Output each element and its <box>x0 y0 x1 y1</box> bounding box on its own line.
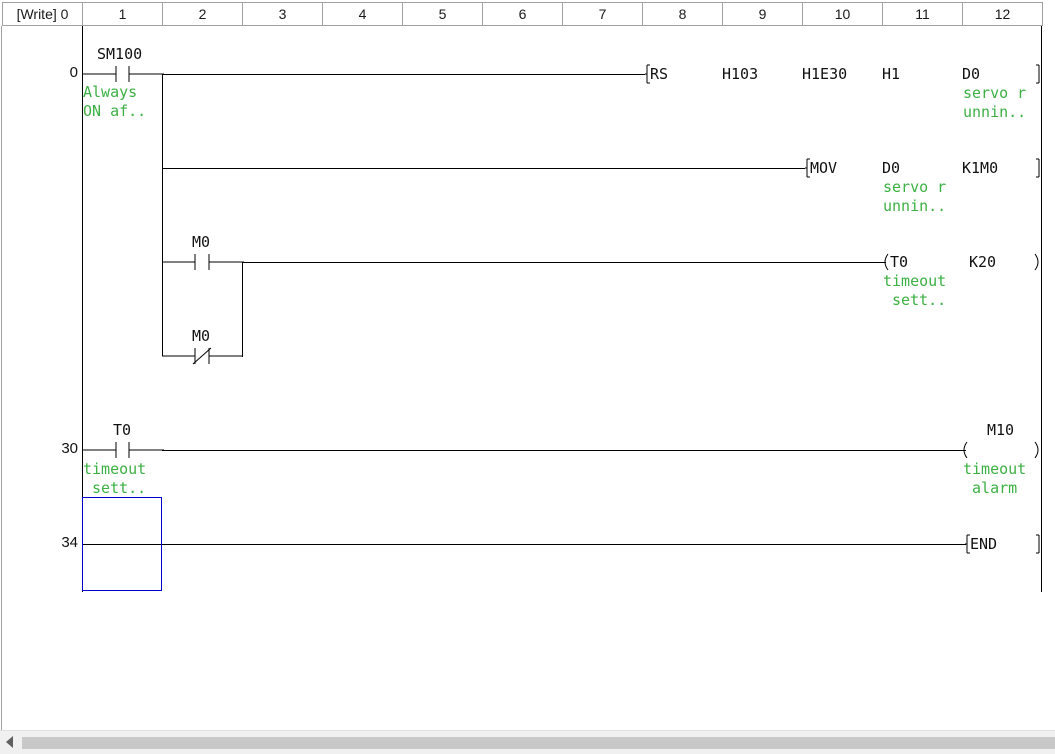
column-header-2: 2 <box>163 2 243 26</box>
step-number-0: 0 <box>69 64 78 81</box>
instruction-operand[interactable]: H1 <box>882 65 900 83</box>
column-header-3: 3 <box>243 2 323 26</box>
contact-nc-icon[interactable] <box>162 346 244 366</box>
instruction-operand[interactable]: K1M0 <box>962 159 998 177</box>
scrollbar-thumb[interactable] <box>22 737 1055 749</box>
column-header-5: 5 <box>403 2 483 26</box>
instruction-operand[interactable]: K20 <box>969 253 996 271</box>
column-header-6: 6 <box>483 2 563 26</box>
device-comment: servo r unnin.. <box>883 178 947 215</box>
device-comment: timeout alarm <box>963 460 1027 497</box>
instruction-mnemonic[interactable]: END <box>970 535 997 553</box>
horizontal-scrollbar[interactable] <box>0 730 1055 754</box>
instruction-close-bracket <box>1036 534 1040 554</box>
contact-label: M0 <box>192 327 211 345</box>
device-comment: timeout sett.. <box>83 460 147 497</box>
contact-no-icon[interactable] <box>82 440 164 460</box>
step-number-34: 34 <box>61 534 78 551</box>
contact-no-icon[interactable] <box>82 64 164 84</box>
column-header-7: 7 <box>563 2 643 26</box>
rung-wire <box>162 168 805 169</box>
edit-cursor[interactable] <box>82 497 162 591</box>
instruction-operand[interactable]: D0 <box>882 159 900 177</box>
instruction-close-bracket <box>1036 158 1040 178</box>
scroll-left-icon[interactable] <box>6 736 13 748</box>
column-header-8: 8 <box>643 2 723 26</box>
device-comment: timeout sett.. <box>883 272 947 309</box>
column-header-11: 11 <box>883 2 963 26</box>
instruction-operand[interactable]: H1E30 <box>802 65 847 83</box>
column-header-9: 9 <box>723 2 803 26</box>
device-comment: Always ON af.. <box>83 83 147 120</box>
branch-line <box>242 262 243 357</box>
instruction-mnemonic[interactable]: T0 <box>890 253 908 271</box>
ladder-editor: [Write] 0 1 2 3 4 5 6 7 8 9 10 11 12 0 3… <box>0 0 1055 754</box>
coil-open-paren <box>884 253 889 271</box>
coil-close-paren <box>1034 253 1039 271</box>
column-header-4: 4 <box>323 2 403 26</box>
instruction-operand[interactable]: D0 <box>962 65 980 83</box>
contact-label: SM100 <box>97 45 143 63</box>
rung-wire <box>243 262 886 263</box>
rung-wire <box>162 74 645 75</box>
column-header-12: 12 <box>963 2 1043 26</box>
step-number-30: 30 <box>61 440 78 457</box>
right-power-rail <box>1041 26 1042 592</box>
rung-wire <box>82 544 966 545</box>
instruction-close-bracket <box>1036 64 1040 84</box>
rung-wire <box>162 450 966 451</box>
contact-label: M0 <box>192 233 211 251</box>
instruction-mnemonic[interactable]: MOV <box>810 159 837 177</box>
device-comment: servo r unnin.. <box>963 84 1027 121</box>
instruction-operand[interactable]: H103 <box>722 65 758 83</box>
mode-indicator: [Write] 0 <box>2 2 83 26</box>
contact-no-icon[interactable] <box>162 252 244 272</box>
coil-open-paren <box>963 441 968 459</box>
instruction-mnemonic[interactable]: RS <box>650 65 668 83</box>
column-header-10: 10 <box>803 2 883 26</box>
coil-label[interactable]: M10 <box>987 421 1014 439</box>
contact-label: T0 <box>113 421 132 439</box>
column-header-1: 1 <box>83 2 163 26</box>
branch-line <box>162 74 163 356</box>
window-border <box>1 26 2 730</box>
coil-close-paren <box>1034 441 1039 459</box>
